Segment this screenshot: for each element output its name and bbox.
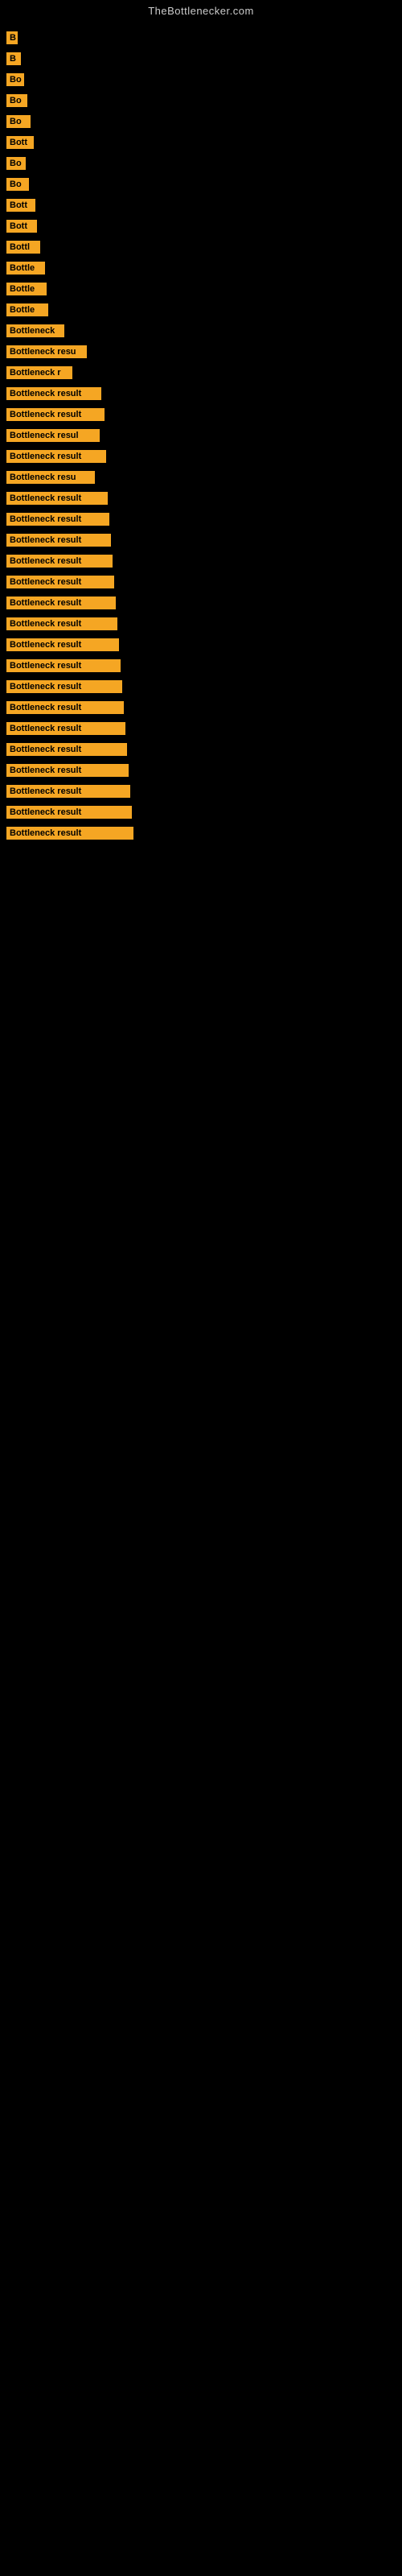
bottleneck-label: Bottleneck result: [6, 534, 111, 547]
list-item: Bottleneck result: [0, 384, 402, 403]
bottleneck-label: Bottleneck result: [6, 680, 122, 693]
list-item: Bottleneck result: [0, 530, 402, 550]
list-item: Bottleneck resul: [0, 426, 402, 445]
site-title: TheBottlenecker.com: [0, 0, 402, 20]
bottleneck-label: Bottle: [6, 262, 45, 275]
bottleneck-label: Bottleneck result: [6, 827, 133, 840]
list-item: Bottleneck result: [0, 719, 402, 738]
list-item: Bottleneck result: [0, 593, 402, 613]
bottleneck-label: Bottleneck result: [6, 764, 129, 777]
list-item: Bottleneck result: [0, 803, 402, 822]
bottleneck-label: B: [6, 52, 21, 65]
bottleneck-label: Bott: [6, 199, 35, 212]
bottleneck-label: Bottleneck resu: [6, 345, 87, 358]
list-item: Bo: [0, 112, 402, 131]
list-item: Bott: [0, 196, 402, 215]
list-item: Bottleneck result: [0, 824, 402, 843]
bottleneck-label: Bottleneck result: [6, 785, 130, 798]
bottleneck-label: Bottleneck result: [6, 701, 124, 714]
list-item: Bott: [0, 217, 402, 236]
bottleneck-label: Bottle: [6, 303, 48, 316]
list-item: Bottleneck result: [0, 614, 402, 634]
items-container: BB Bo Bo Bo Bott Bo Bo Bott Bott Bottl Bottle Bottl…: [0, 20, 402, 852]
bottleneck-label: Bottleneck result: [6, 617, 117, 630]
list-item: Bottleneck result: [0, 572, 402, 592]
list-item: Bo: [0, 91, 402, 110]
bottleneck-label: B: [6, 31, 18, 44]
list-item: B: [0, 49, 402, 68]
list-item: Bottleneck result: [0, 510, 402, 529]
list-item: Bottle: [0, 279, 402, 299]
bottleneck-label: Bottleneck result: [6, 450, 106, 463]
list-item: Bottleneck result: [0, 761, 402, 780]
bottleneck-label: Bo: [6, 115, 31, 128]
bottleneck-label: Bott: [6, 136, 34, 149]
list-item: Bott: [0, 133, 402, 152]
bottleneck-label: Bottleneck resul: [6, 429, 100, 442]
bottleneck-label: Bottleneck result: [6, 387, 101, 400]
bottleneck-label: Bottleneck resu: [6, 471, 95, 484]
bottleneck-label: Bottleneck r: [6, 366, 72, 379]
list-item: B: [0, 28, 402, 47]
list-item: Bottleneck result: [0, 635, 402, 654]
bottleneck-label: Bottleneck result: [6, 576, 114, 588]
list-item: Bottleneck result: [0, 698, 402, 717]
bottleneck-label: Bottleneck result: [6, 659, 121, 672]
list-item: Bottle: [0, 258, 402, 278]
bottleneck-label: Bottleneck result: [6, 638, 119, 651]
bottleneck-label: Bottle: [6, 283, 47, 295]
list-item: Bo: [0, 154, 402, 173]
list-item: Bottleneck r: [0, 363, 402, 382]
bottleneck-label: Bottleneck result: [6, 743, 127, 756]
bottleneck-label: Bottleneck result: [6, 806, 132, 819]
bottleneck-label: Bottleneck result: [6, 722, 125, 735]
bottleneck-label: Bottleneck result: [6, 597, 116, 609]
list-item: Bottleneck result: [0, 405, 402, 424]
bottleneck-label: Bottl: [6, 241, 40, 254]
bottleneck-label: Bottleneck result: [6, 513, 109, 526]
list-item: Bo: [0, 70, 402, 89]
bottleneck-label: Bo: [6, 94, 27, 107]
list-item: Bottleneck result: [0, 656, 402, 675]
list-item: Bottleneck result: [0, 447, 402, 466]
bottleneck-label: Bo: [6, 178, 29, 191]
list-item: Bottleneck: [0, 321, 402, 341]
list-item: Bottleneck result: [0, 740, 402, 759]
list-item: Bottl: [0, 237, 402, 257]
list-item: Bottle: [0, 300, 402, 320]
list-item: Bottleneck resu: [0, 468, 402, 487]
list-item: Bottleneck result: [0, 551, 402, 571]
list-item: Bo: [0, 175, 402, 194]
bottleneck-label: Bo: [6, 73, 24, 86]
bottleneck-label: Bottleneck result: [6, 555, 113, 568]
bottleneck-label: Bottleneck result: [6, 408, 105, 421]
bottleneck-label: Bottleneck: [6, 324, 64, 337]
bottleneck-label: Bo: [6, 157, 26, 170]
bottleneck-label: Bott: [6, 220, 37, 233]
list-item: Bottleneck result: [0, 489, 402, 508]
bottleneck-label: Bottleneck result: [6, 492, 108, 505]
list-item: Bottleneck result: [0, 782, 402, 801]
list-item: Bottleneck resu: [0, 342, 402, 361]
list-item: Bottleneck result: [0, 677, 402, 696]
